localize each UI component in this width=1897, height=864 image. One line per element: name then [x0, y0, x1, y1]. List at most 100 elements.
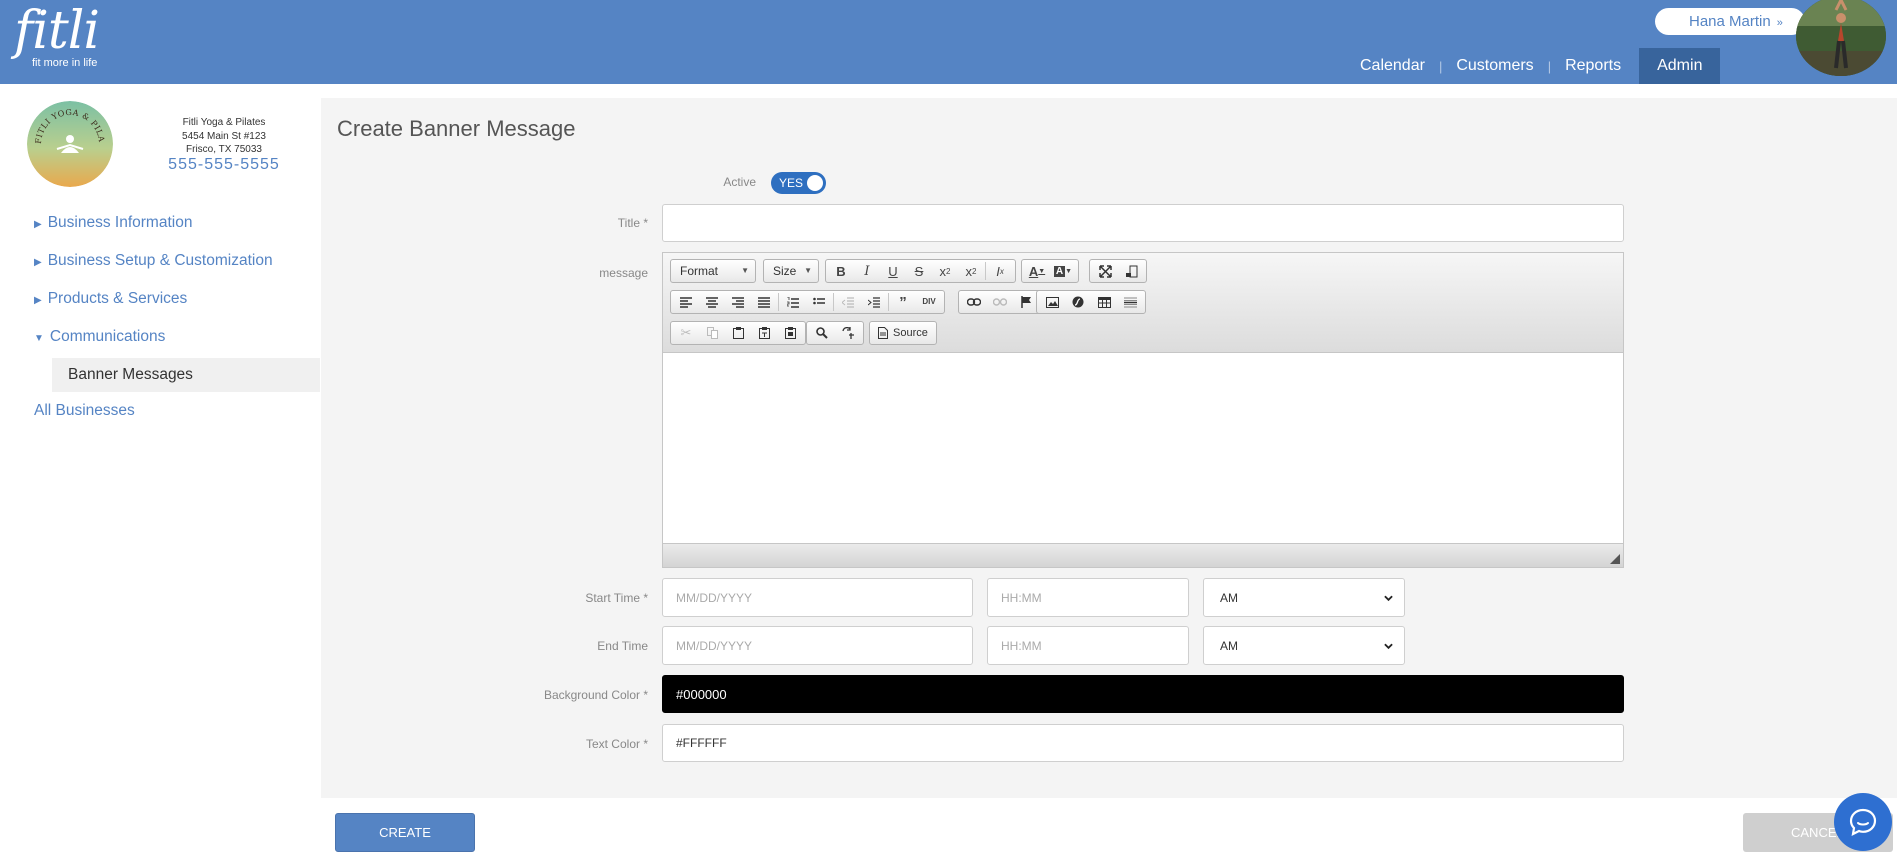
business-phone[interactable]: 555-555-5555 [150, 156, 298, 174]
find-icon[interactable] [809, 323, 835, 343]
nav-calendar[interactable]: Calendar [1346, 48, 1439, 84]
underline-icon[interactable]: U [880, 261, 906, 281]
resize-handle-icon[interactable] [1610, 554, 1620, 564]
start-time-label: Start Time * [585, 591, 648, 605]
paste-word-icon[interactable] [777, 323, 803, 343]
toolbar-separator [833, 293, 834, 311]
indent-icon[interactable] [861, 292, 887, 312]
align-left-icon[interactable] [673, 292, 699, 312]
superscript-icon[interactable]: x2 [958, 261, 984, 281]
create-button[interactable]: CREATE [335, 813, 475, 852]
source-icon [878, 327, 888, 339]
nav-customers[interactable]: Customers [1442, 48, 1547, 84]
table-icon[interactable] [1091, 292, 1117, 312]
strikethrough-icon[interactable]: S [906, 261, 932, 281]
rich-text-editor: Format ▼ Size ▼ B I U S x2 x2 Ix A▼ A▼ [662, 252, 1624, 568]
bulleted-list-icon[interactable] [806, 292, 832, 312]
sidebar-item-label: Products & Services [47, 290, 188, 307]
align-justify-icon[interactable] [751, 292, 777, 312]
avatar[interactable] [1796, 0, 1886, 76]
italic-icon[interactable]: I [854, 261, 880, 281]
links-group [958, 290, 1042, 314]
sidebar-item-business-information[interactable]: ▶ Business Information [34, 214, 192, 232]
horizontal-rule-icon[interactable] [1117, 292, 1143, 312]
format-dropdown-label: Format [680, 264, 719, 278]
unlink-icon[interactable] [987, 292, 1013, 312]
active-toggle-label: YES [779, 176, 804, 190]
maximize-icon[interactable] [1092, 261, 1118, 281]
caret-right-icon: ▶ [34, 219, 42, 230]
text-color-icon[interactable]: A ▼ [1024, 261, 1050, 281]
replace-icon[interactable] [835, 323, 861, 343]
editor-status-bar [663, 543, 1623, 567]
sidebar-item-label: Business Setup & Customization [47, 252, 273, 269]
format-dropdown[interactable]: Format ▼ [670, 259, 756, 283]
text-color-input[interactable] [662, 724, 1624, 762]
flash-icon[interactable] [1065, 292, 1091, 312]
end-ampm-select[interactable]: AM PM [1203, 626, 1405, 665]
remove-format-icon[interactable]: Ix [987, 261, 1013, 281]
chevron-down-icon: » [1776, 17, 1783, 29]
insert-group [1036, 290, 1146, 314]
cut-icon[interactable]: ✂ [673, 323, 699, 343]
outdent-icon[interactable] [835, 292, 861, 312]
blockquote-icon[interactable]: ” [890, 292, 916, 312]
toolbar-separator [778, 293, 779, 311]
find-group [806, 321, 864, 345]
clipboard-group: ✂ [670, 321, 806, 345]
source-button-label: Source [893, 327, 928, 339]
subscript-icon[interactable]: x2 [932, 261, 958, 281]
top-header: fitli fit more in life Hana Martin » Cale… [0, 0, 1897, 84]
size-dropdown[interactable]: Size ▼ [763, 259, 819, 283]
align-center-icon[interactable] [699, 292, 725, 312]
user-name: Hana Martin [1689, 13, 1771, 30]
basic-styles-group: B I U S x2 x2 Ix [825, 259, 1016, 283]
sidebar-subitem-banner-messages[interactable]: Banner Messages [52, 358, 320, 392]
copy-icon[interactable] [699, 323, 725, 343]
bold-icon[interactable]: B [828, 261, 854, 281]
active-toggle[interactable]: YES [771, 172, 826, 194]
editor-content-area[interactable] [663, 354, 1623, 543]
chat-bubble-icon [1849, 808, 1877, 836]
sidebar: FITLI YOGA & PILATES Fitli Yoga & Pilate… [0, 84, 320, 864]
logo-wordmark: fitli [14, 1, 100, 61]
start-date-input[interactable] [662, 578, 973, 617]
show-blocks-icon[interactable] [1118, 261, 1144, 281]
active-label: Active [723, 175, 756, 189]
image-icon[interactable] [1039, 292, 1065, 312]
start-time-input[interactable] [987, 578, 1189, 617]
nav-admin[interactable]: Admin [1639, 48, 1721, 84]
sidebar-item-all-businesses[interactable]: All Businesses [34, 402, 135, 420]
sidebar-item-business-setup[interactable]: ▶ Business Setup & Customization [34, 252, 273, 270]
toolbar-separator [985, 262, 986, 280]
caret-right-icon: ▶ [34, 295, 42, 306]
paste-text-icon[interactable] [751, 323, 777, 343]
background-color-icon[interactable]: A ▼ [1050, 261, 1076, 281]
fitli-logo[interactable]: fitli fit more in life [14, 1, 100, 69]
sidebar-item-communications[interactable]: ▼ Communications [34, 328, 165, 346]
message-label: message [599, 266, 648, 280]
page-title: Create Banner Message [337, 116, 576, 141]
title-input[interactable] [662, 204, 1624, 242]
start-ampm-select[interactable]: AM PM [1203, 578, 1405, 617]
end-date-input[interactable] [662, 626, 973, 665]
title-label: Title * [617, 216, 648, 230]
create-div-icon[interactable]: DIV [916, 292, 942, 312]
chevron-down-icon: ▼ [741, 266, 749, 275]
toolbar-separator [888, 293, 889, 311]
link-icon[interactable] [961, 292, 987, 312]
end-time-input[interactable] [987, 626, 1189, 665]
start-ampm-select-wrapper: AM PM [1203, 578, 1405, 617]
background-color-input[interactable] [662, 675, 1624, 713]
paste-icon[interactable] [725, 323, 751, 343]
text-color-label: Text Color * [585, 737, 648, 751]
user-menu-button[interactable]: Hana Martin » [1655, 8, 1805, 35]
sidebar-item-products-services[interactable]: ▶ Products & Services [34, 290, 187, 308]
nav-reports[interactable]: Reports [1551, 48, 1639, 84]
align-right-icon[interactable] [725, 292, 751, 312]
logo-tagline: fit more in life [32, 57, 98, 69]
chat-support-button[interactable] [1834, 793, 1892, 851]
tools-group [1089, 259, 1147, 283]
numbered-list-icon[interactable] [780, 292, 806, 312]
source-button[interactable]: Source [869, 321, 937, 345]
